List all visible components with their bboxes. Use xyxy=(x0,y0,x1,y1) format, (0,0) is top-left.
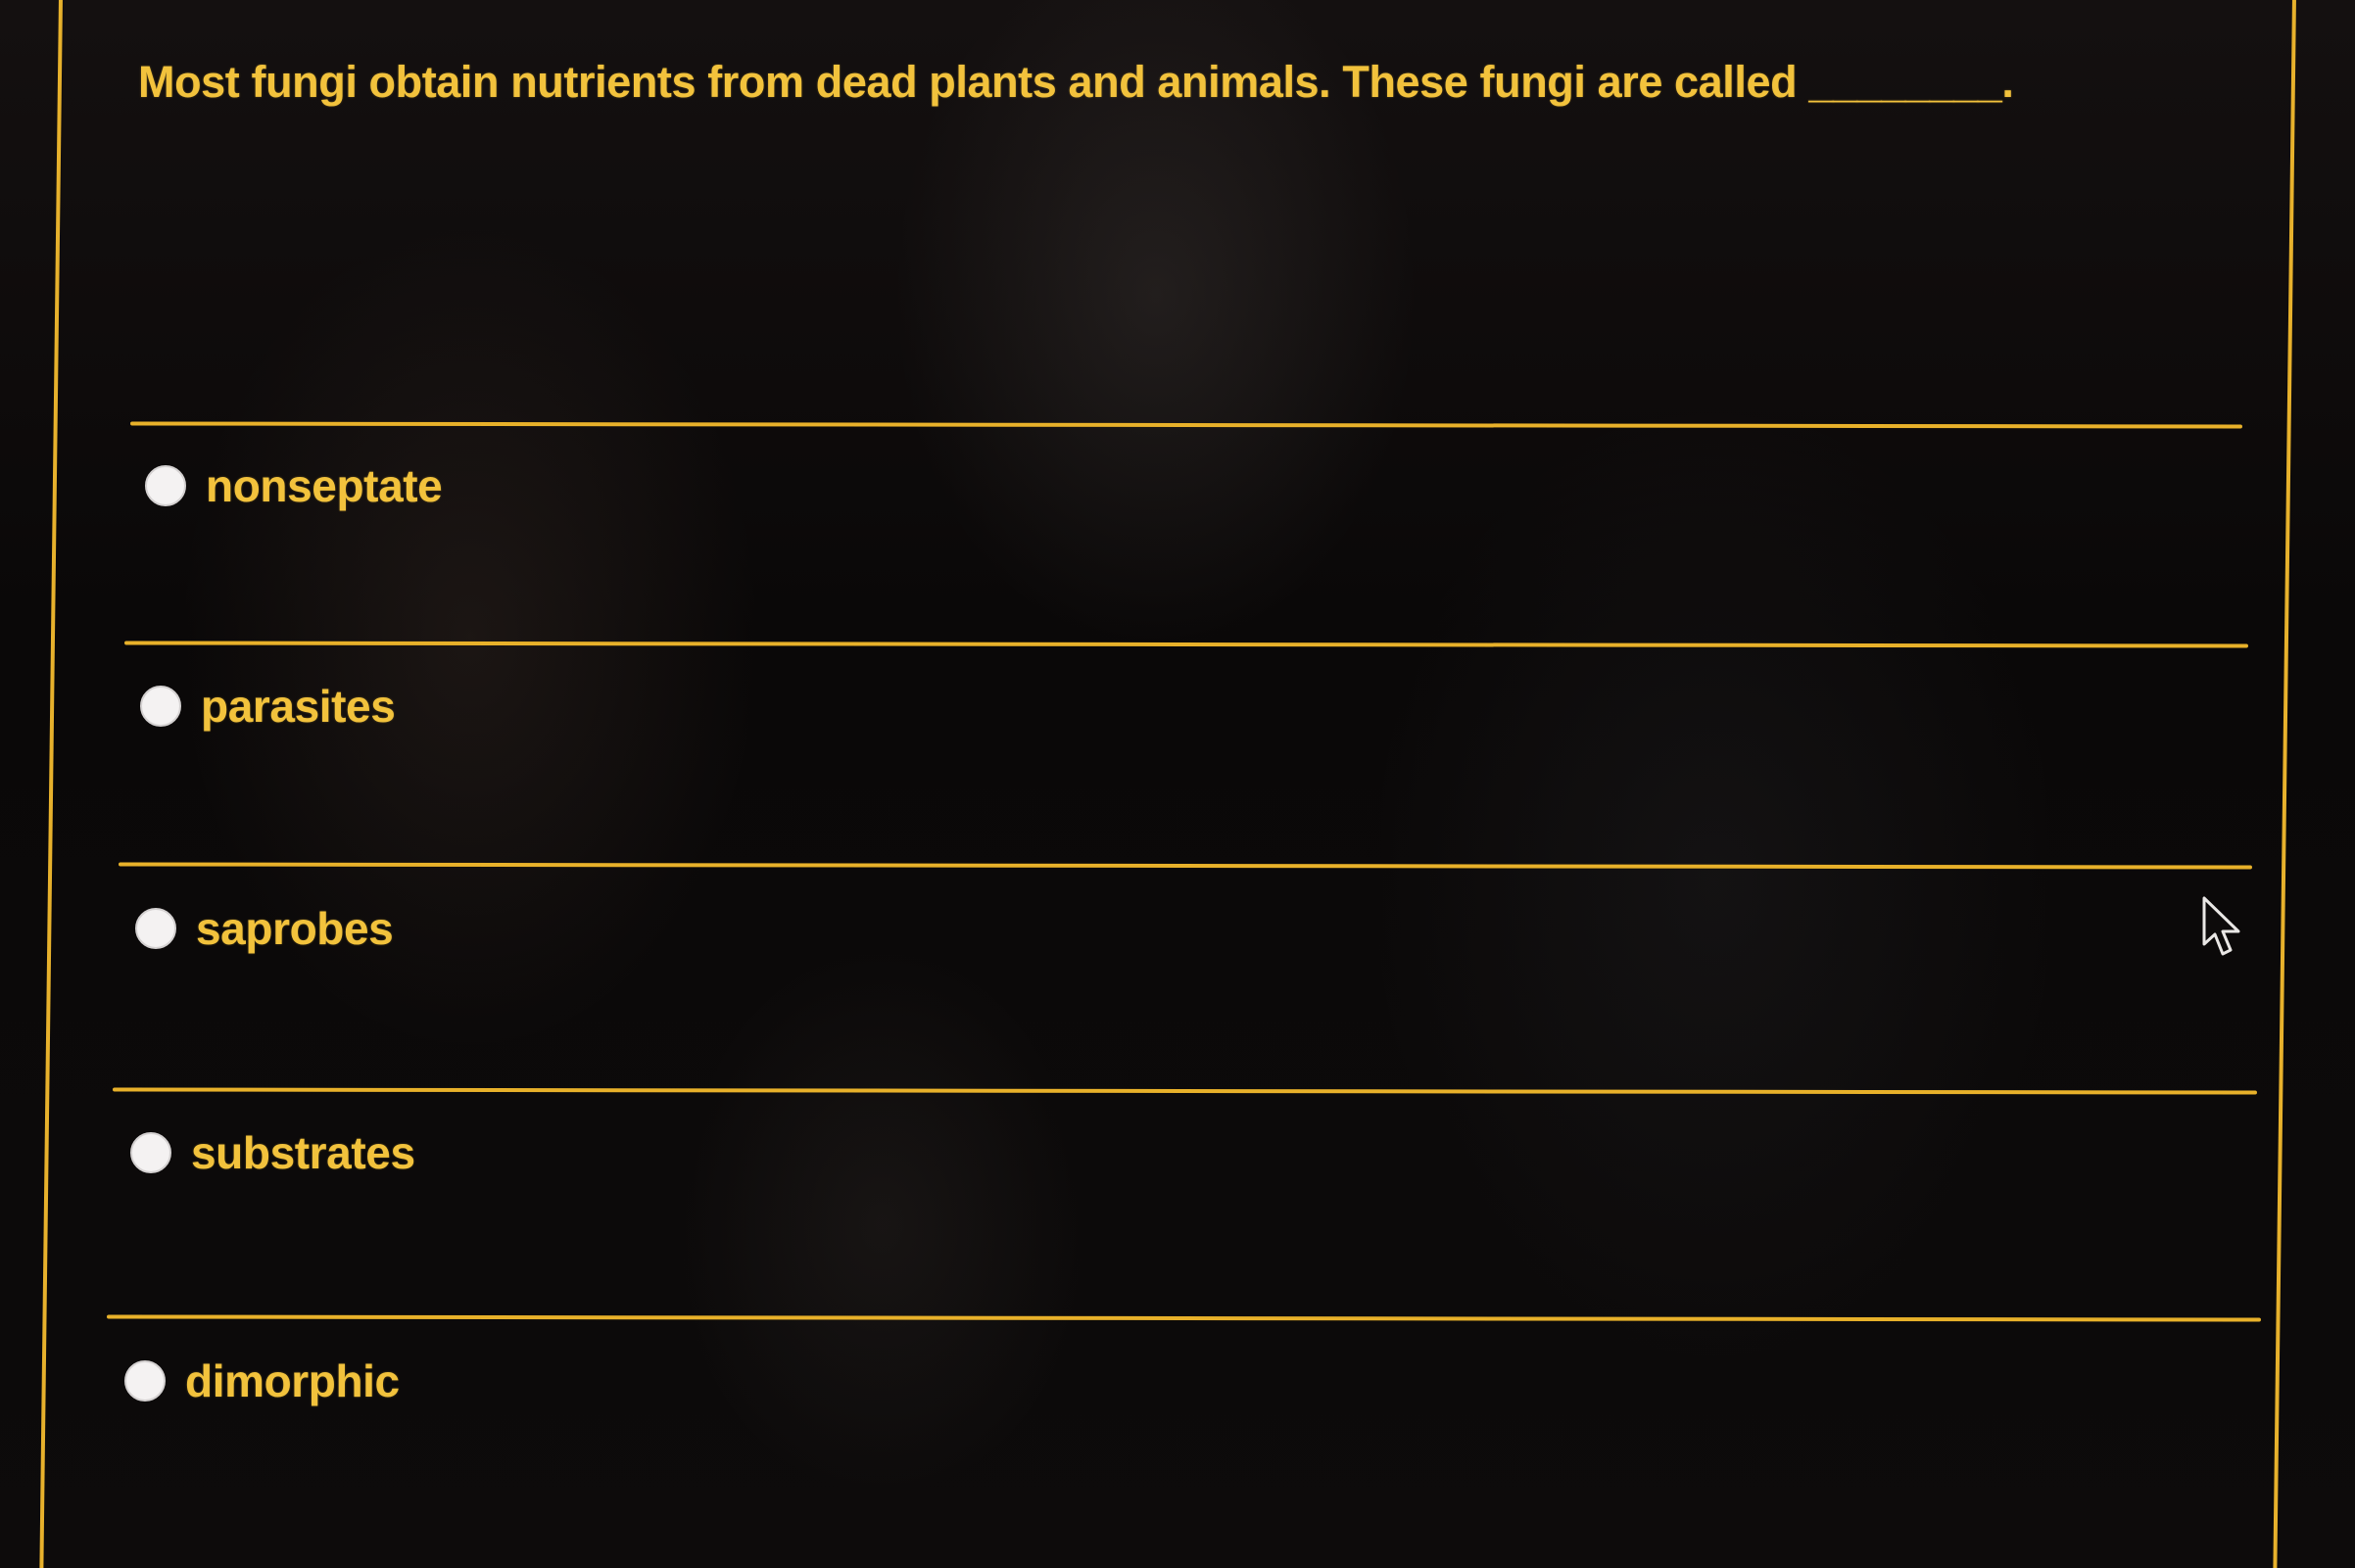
answer-option-saprobes[interactable]: saprobes xyxy=(135,899,394,958)
radio-button[interactable] xyxy=(135,908,176,949)
question-text: Most fungi obtain nutrients from dead pl… xyxy=(138,57,2014,107)
answer-option-dimorphic[interactable]: dimorphic xyxy=(124,1352,400,1410)
radio-button[interactable] xyxy=(145,465,186,506)
option-label: dimorphic xyxy=(185,1355,400,1406)
option-label: saprobes xyxy=(196,903,394,954)
radio-button[interactable] xyxy=(140,686,181,727)
option-label: parasites xyxy=(201,681,396,732)
option-label: substrates xyxy=(191,1127,415,1178)
radio-button[interactable] xyxy=(124,1360,166,1402)
arrow-pointer-icon xyxy=(2202,896,2240,956)
quiz-card-frame xyxy=(39,0,2296,1568)
option-label: nonseptate xyxy=(206,460,443,511)
answer-option-nonseptate[interactable]: nonseptate xyxy=(145,456,443,515)
answer-option-parasites[interactable]: parasites xyxy=(140,677,396,736)
radio-button[interactable] xyxy=(130,1132,171,1173)
answer-option-substrates[interactable]: substrates xyxy=(130,1123,415,1182)
